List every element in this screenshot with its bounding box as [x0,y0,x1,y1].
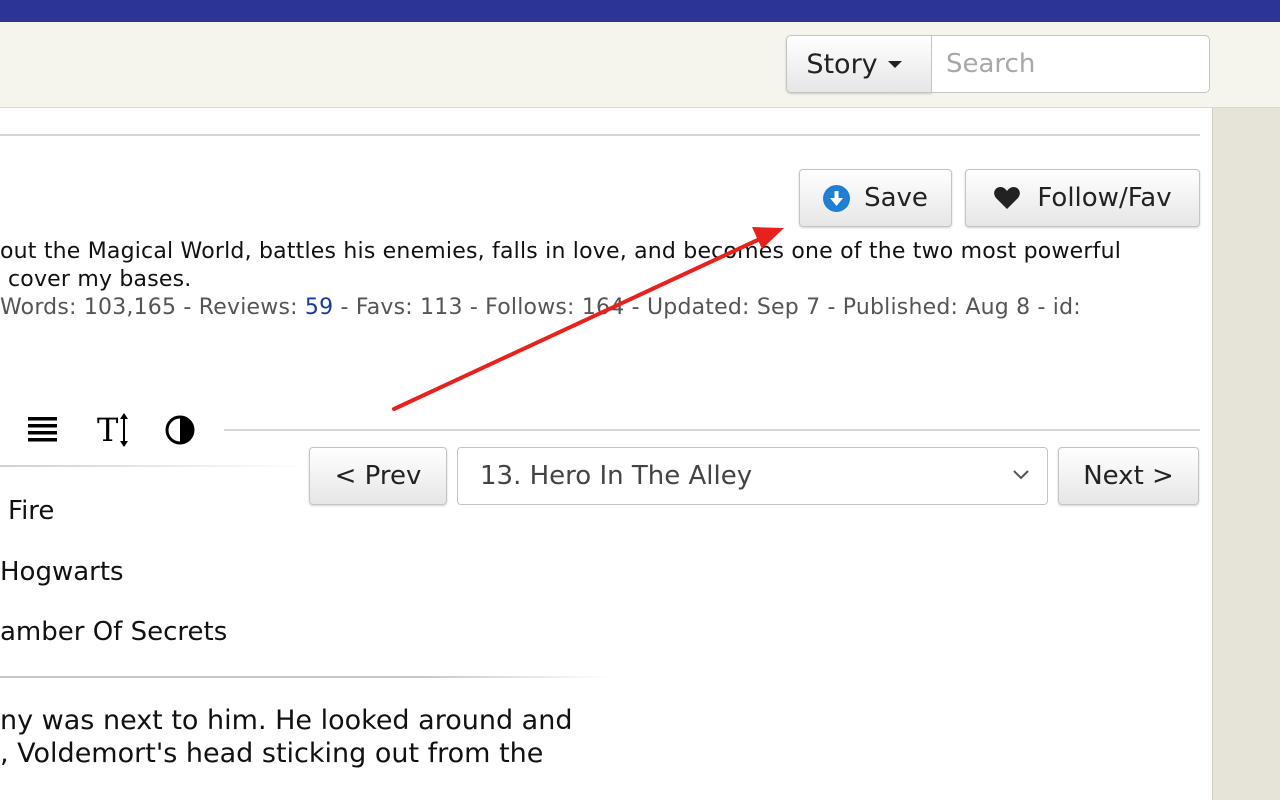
story-dropdown-label: Story [806,48,878,80]
chapter-list-divider-top [0,465,310,467]
meta-rest: - Favs: 113 - Follows: 164 - Updated: Se… [340,295,1081,320]
story-summary-line-2: cover my bases. [8,267,192,292]
contrast-icon[interactable] [164,414,196,446]
list-width-icon[interactable] [26,414,60,444]
download-icon [823,184,851,212]
reviews-link[interactable]: 59 [305,295,333,320]
header-divider [0,134,1200,136]
story-text-line-2: , Voldemort's head sticking out from the [0,738,544,769]
chapter-list-item[interactable]: Hogwarts [0,557,124,587]
chapter-list-divider-bottom [0,676,610,678]
selected-chapter: 13. Hero In The Alley [480,461,753,491]
prev-chapter-button[interactable]: < Prev [309,447,447,505]
text-size-arrow-icon [120,413,128,447]
meta-separator: - [183,295,192,320]
search-input[interactable] [931,35,1210,93]
chapter-select[interactable]: 13. Hero In The Alley [457,447,1048,505]
annotation-arrow [392,227,784,411]
heart-icon [993,186,1021,210]
text-size-icon[interactable]: T [97,410,133,450]
chapter-list-item[interactable]: amber Of Secrets [0,617,227,647]
meta-reviews-label: Reviews: [198,295,298,320]
meta-words: Words: 103,165 [0,295,177,320]
story-filter-dropdown[interactable]: Story [786,35,932,93]
chevron-down-icon [1013,470,1029,480]
follow-fav-label: Follow/Fav [1037,183,1172,213]
story-meta: Words: 103,165 - Reviews: 59 - Favs: 113… [0,295,1081,320]
page-side-gutter [1212,108,1280,800]
story-text-line-1: ny was next to him. He looked around and [0,705,573,736]
save-label: Save [864,183,928,213]
save-button[interactable]: Save [799,169,952,227]
follow-fav-button[interactable]: Follow/Fav [965,169,1200,227]
next-chapter-button[interactable]: Next > [1058,447,1199,505]
caret-down-icon [887,60,902,68]
toolbar-divider [224,429,1200,431]
site-top-bar [0,0,1280,22]
text-size-glyph: T [97,411,119,449]
story-summary-line-1: out the Magical World, battles his enemi… [0,239,1122,264]
chapter-list-item[interactable]: Fire [8,496,54,526]
